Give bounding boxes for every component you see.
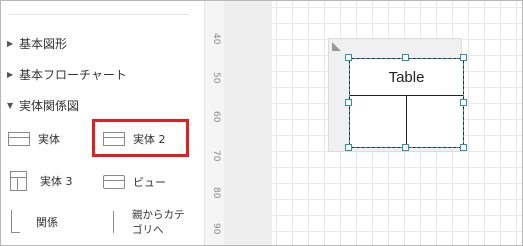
shape-label: 親からカテゴリへ <box>132 209 185 236</box>
section-basic-shapes[interactable]: ▶ 基本図形 <box>7 34 67 52</box>
shape-item-view[interactable]: ビュー <box>103 174 166 190</box>
resize-handle-bottom-left[interactable] <box>345 144 352 151</box>
relation-icon <box>11 210 20 233</box>
view-icon <box>103 175 125 189</box>
entity-icon <box>8 132 30 146</box>
canvas-margin <box>224 1 272 245</box>
section-label: 基本フローチャート <box>19 67 127 82</box>
section-entity-relationship[interactable]: ▼ 実体関係図 <box>7 96 79 114</box>
resize-handle-bottom[interactable] <box>402 144 409 151</box>
shape-label: ビュー <box>133 176 166 189</box>
highlight-box <box>92 119 189 157</box>
caret-right-icon: ▶ <box>7 69 14 79</box>
parent-category-icon <box>113 211 114 233</box>
resize-handle-top-right[interactable] <box>460 54 467 61</box>
shape-library-panel: ▶ 基本図形 ▶ 基本フローチャート ▼ 実体関係図 実体 実体 2 実体 3 … <box>1 1 204 245</box>
panel-separator <box>9 14 189 15</box>
resize-handle-top-left[interactable] <box>345 54 352 61</box>
selection-box <box>349 58 464 148</box>
ruler-tick: 90 <box>211 223 221 235</box>
shape-label: 実体 3 <box>40 175 73 188</box>
shape-label: 関係 <box>36 215 58 229</box>
section-label: 基本図形 <box>19 36 68 51</box>
ruler-tick: 50 <box>211 72 221 84</box>
shape-item-parent-to-category[interactable]: 親からカテゴリへ <box>113 208 194 238</box>
ruler-tick: 40 <box>211 33 221 45</box>
resize-handle-top[interactable] <box>402 54 409 61</box>
resize-handle-left[interactable] <box>345 99 352 106</box>
resize-handle-right[interactable] <box>460 99 467 106</box>
shape-label: 実体 <box>38 133 60 146</box>
ruler-tick: 60 <box>211 111 221 123</box>
shape-item-relation[interactable]: 関係 <box>11 210 58 233</box>
ruler-tick: 70 <box>211 150 221 162</box>
shape-item-entity[interactable]: 実体 <box>8 131 60 147</box>
section-label: 実体関係図 <box>19 98 80 113</box>
app-window: ▶ 基本図形 ▶ 基本フローチャート ▼ 実体関係図 実体 実体 2 実体 3 … <box>0 0 523 246</box>
shape-item-entity-3[interactable]: 実体 3 <box>10 171 73 191</box>
caret-down-icon: ▼ <box>7 100 14 110</box>
vertical-ruler: 40 50 60 70 80 90 <box>204 1 225 245</box>
ruler-tick: 80 <box>211 187 221 199</box>
corner-marker-icon <box>332 42 341 51</box>
entity3-icon <box>10 171 27 191</box>
resize-handle-bottom-right[interactable] <box>460 144 467 151</box>
section-basic-flowchart[interactable]: ▶ 基本フローチャート <box>7 65 127 83</box>
caret-right-icon: ▶ <box>7 38 14 48</box>
